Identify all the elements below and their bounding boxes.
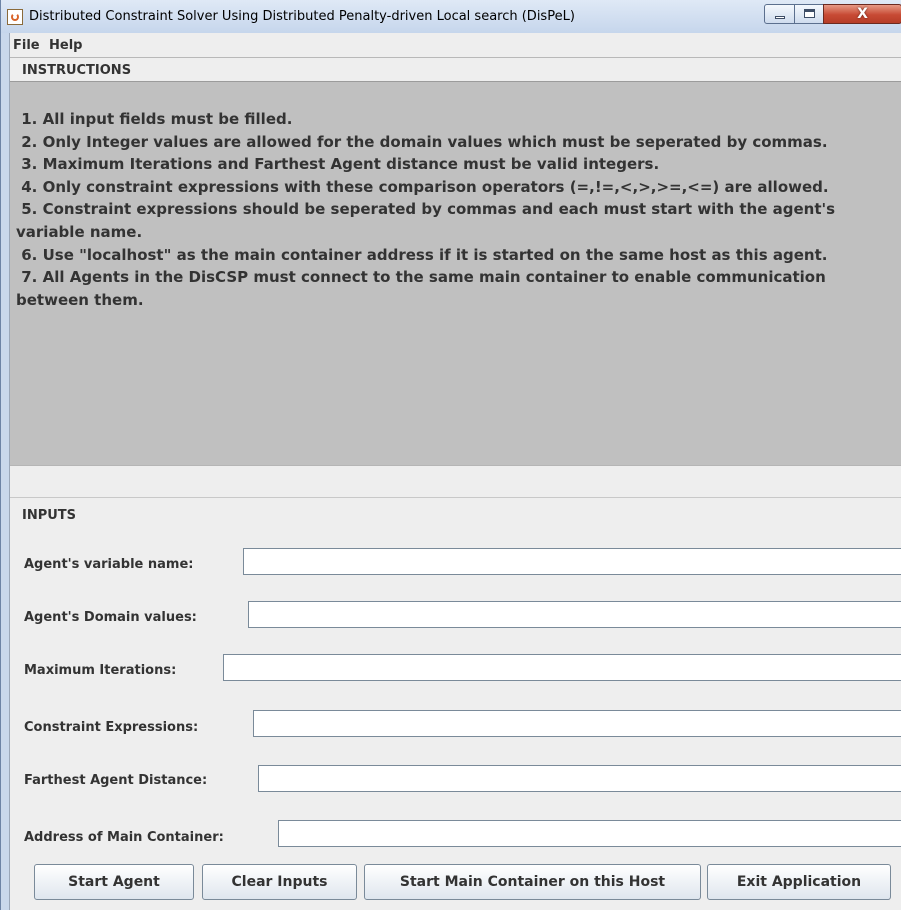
window-client-area: File Help INSTRUCTIONS 1. All input fiel… [9,33,901,910]
minimize-button[interactable] [764,4,795,24]
start-agent-button[interactable]: Start Agent [34,864,194,900]
instructions-title: INSTRUCTIONS [22,63,132,78]
maximum-iterations-label: Maximum Iterations: [24,663,177,678]
menu-file[interactable]: File [13,38,40,53]
java-app-icon[interactable] [7,9,23,25]
constraint-expressions-input[interactable] [253,710,901,737]
agent-variable-name-label: Agent's variable name: [24,557,194,572]
menu-help[interactable]: Help [49,38,82,53]
constraint-expressions-label: Constraint Expressions: [24,720,199,735]
inputs-panel: INPUTS Agent's variable name: Agent's Do… [10,497,901,910]
maximize-icon [804,9,815,18]
main-container-address-input[interactable] [278,820,901,847]
maximum-iterations-input[interactable] [223,654,901,681]
farthest-agent-distance-input[interactable] [258,765,901,792]
close-icon: X [857,6,868,22]
close-button[interactable]: X [823,4,901,24]
menu-bar: File Help [10,33,901,57]
main-container-address-label: Address of Main Container: [24,830,224,845]
window-title: Distributed Constraint Solver Using Dist… [29,9,575,24]
start-main-container-button[interactable]: Start Main Container on this Host [364,864,701,900]
app-window: Distributed Constraint Solver Using Dist… [0,0,901,910]
title-bar[interactable]: Distributed Constraint Solver Using Dist… [1,0,901,33]
maximize-button[interactable] [794,4,824,24]
instructions-text: 1. All input fields must be filled. 2. O… [16,110,836,309]
inputs-title: INPUTS [22,508,77,523]
exit-application-button[interactable]: Exit Application [707,864,891,900]
instructions-text-area: 1. All input fields must be filled. 2. O… [10,81,901,466]
agent-domain-values-label: Agent's Domain values: [24,610,197,625]
minimize-icon [775,16,785,19]
agent-variable-name-input[interactable] [243,548,901,575]
farthest-agent-distance-label: Farthest Agent Distance: [24,773,208,788]
agent-domain-values-input[interactable] [248,601,901,628]
clear-inputs-button[interactable]: Clear Inputs [202,864,357,900]
